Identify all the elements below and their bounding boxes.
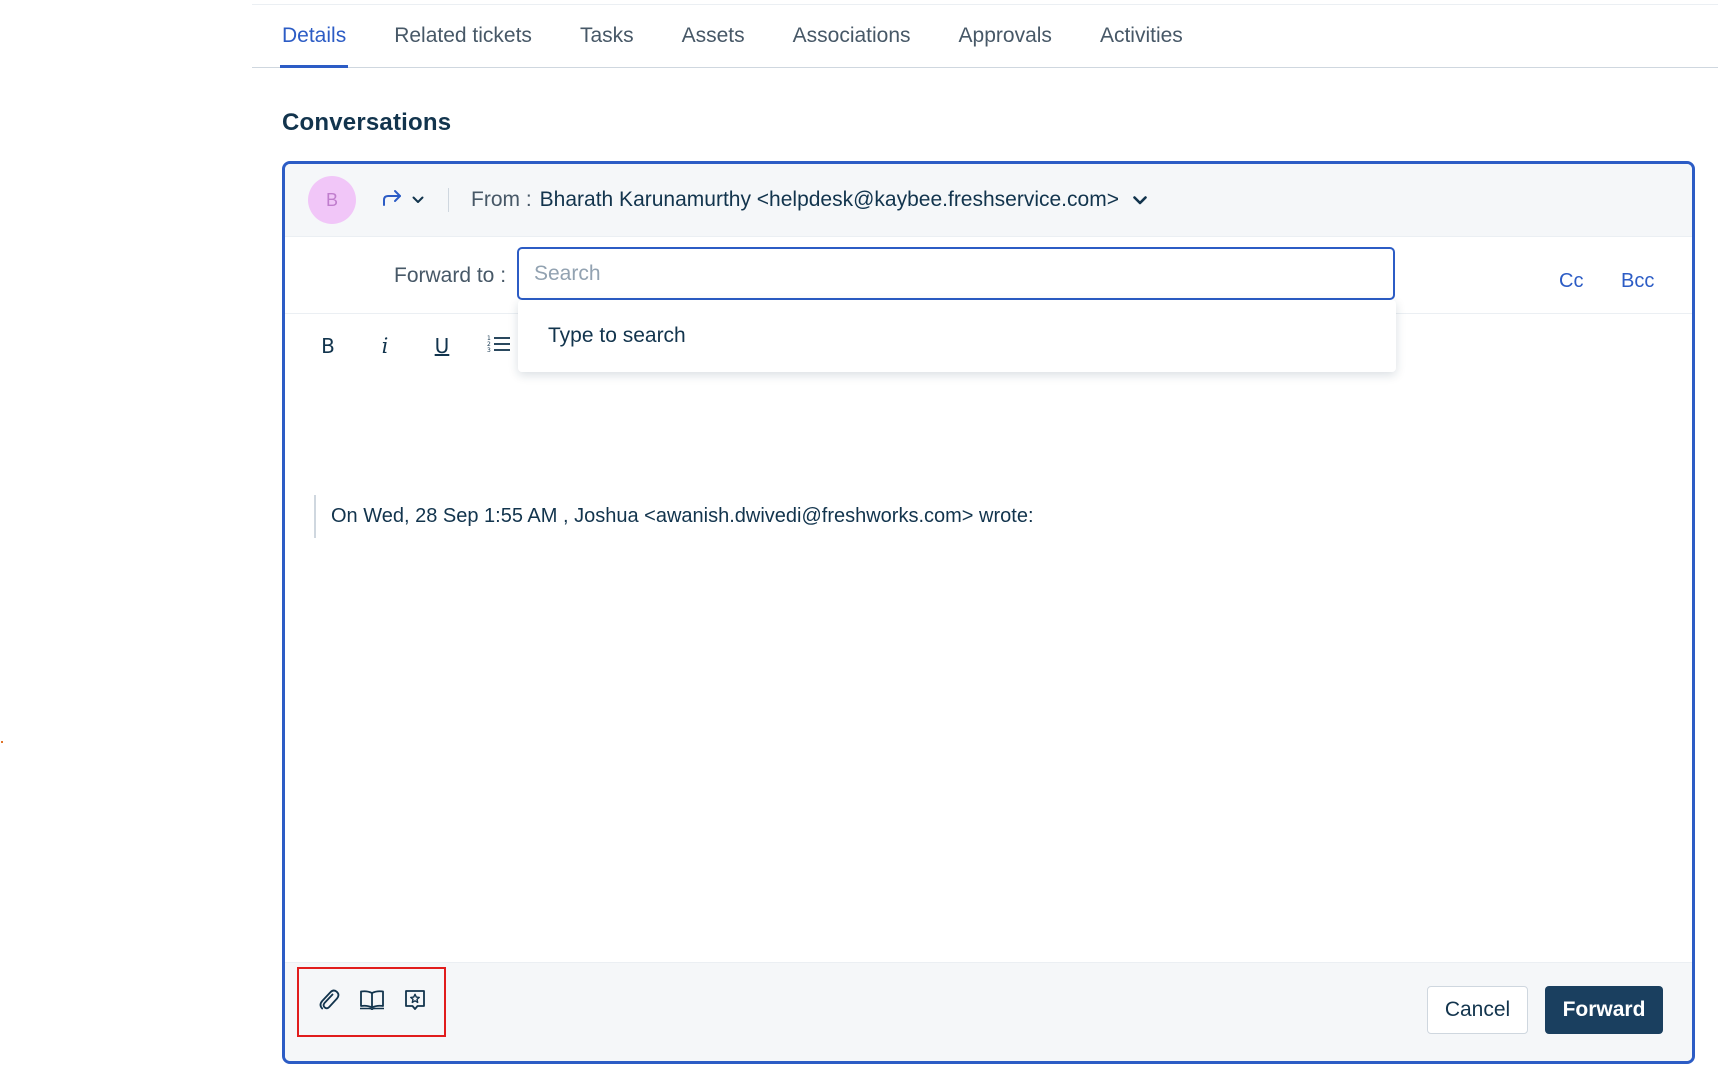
underline-icon: U	[434, 334, 450, 358]
numbered-list-icon: 123	[487, 333, 511, 359]
bold-button[interactable]: B	[308, 326, 348, 366]
canned-response-button[interactable]	[397, 984, 433, 1020]
chevron-down-icon	[412, 191, 424, 209]
composer-footer: Cancel Forward	[285, 962, 1692, 1061]
forward-to-label: Forward to :	[394, 264, 507, 287]
from-label: From :	[471, 188, 532, 211]
tab-assets[interactable]: Assets	[682, 5, 745, 67]
attachment-tools-group	[297, 967, 446, 1037]
italic-icon: i	[381, 334, 389, 358]
svg-text:3: 3	[487, 347, 491, 353]
forward-button[interactable]: Forward	[1545, 986, 1663, 1034]
from-address[interactable]: Bharath Karunamurthy <helpdesk@kaybee.fr…	[540, 188, 1119, 212]
ticket-tabs: Details Related tickets Tasks Assets Ass…	[252, 5, 1718, 68]
bcc-link[interactable]: Bcc	[1621, 270, 1654, 293]
italic-button[interactable]: i	[365, 326, 405, 366]
forward-composer: B From : Bharath Karunamurthy <helpdesk@…	[282, 161, 1695, 1064]
tab-details[interactable]: Details	[279, 5, 349, 68]
cc-link[interactable]: Cc	[1559, 270, 1583, 293]
attach-button[interactable]	[311, 984, 347, 1020]
paperclip-icon	[318, 988, 340, 1017]
reply-type-switcher[interactable]	[382, 189, 424, 212]
conversations-heading: Conversations	[282, 109, 452, 136]
tab-associations[interactable]: Associations	[793, 5, 911, 67]
tab-tasks[interactable]: Tasks	[580, 5, 634, 67]
from-row: B From : Bharath Karunamurthy <helpdesk@…	[285, 164, 1692, 237]
tab-approvals[interactable]: Approvals	[959, 5, 1052, 67]
tab-activities[interactable]: Activities	[1100, 5, 1183, 67]
forward-to-search-input[interactable]	[517, 247, 1395, 300]
numbered-list-button[interactable]: 123	[479, 326, 519, 366]
message-star-icon	[403, 988, 427, 1017]
from-dropdown-caret-icon[interactable]	[1133, 195, 1147, 205]
cancel-button[interactable]: Cancel	[1427, 986, 1528, 1034]
stray-dot	[1, 741, 3, 743]
bold-icon: B	[321, 334, 335, 358]
forward-arrow-icon	[382, 189, 404, 212]
dropdown-hint: Type to search	[548, 324, 686, 347]
divider	[448, 188, 449, 212]
underline-button[interactable]: U	[422, 326, 462, 366]
tab-related-tickets[interactable]: Related tickets	[394, 5, 532, 67]
book-icon	[359, 989, 385, 1016]
quoted-message-header: On Wed, 28 Sep 1:55 AM , Joshua <awanish…	[314, 495, 1034, 538]
insert-solution-button[interactable]	[354, 984, 390, 1020]
avatar: B	[308, 176, 356, 224]
recipient-search-dropdown: Type to search	[518, 300, 1396, 372]
